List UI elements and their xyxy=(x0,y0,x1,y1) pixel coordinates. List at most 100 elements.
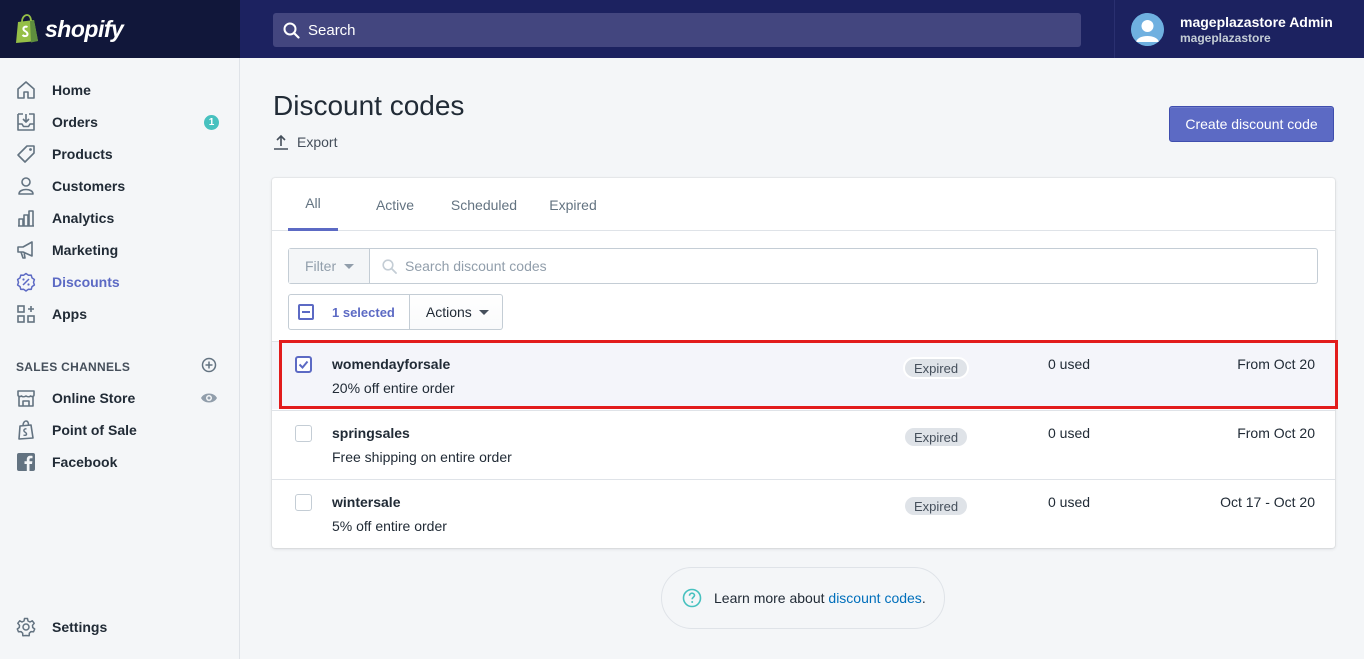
status-badge: Expired xyxy=(903,426,970,448)
brand-name: shopify xyxy=(45,15,124,42)
sales-channels-header: SALES CHANNELS xyxy=(16,360,131,374)
sidebar-item-marketing[interactable]: Marketing xyxy=(0,234,239,266)
learn-more-text: Learn more about discount codes. xyxy=(714,590,926,606)
facebook-icon xyxy=(15,451,37,473)
discount-icon xyxy=(15,271,37,293)
status-badge: Expired xyxy=(903,357,970,379)
search-bar[interactable]: Search xyxy=(273,13,1081,47)
status-badge: Expired xyxy=(903,495,970,517)
export-icon xyxy=(274,134,288,150)
store-icon xyxy=(15,387,37,409)
search-icon xyxy=(382,258,397,274)
indeterminate-checkbox-icon[interactable] xyxy=(298,304,314,320)
row-checkbox[interactable] xyxy=(295,425,312,442)
shopify-bag-icon xyxy=(15,419,37,441)
user-name: mageplazastore Admin xyxy=(1180,13,1333,30)
orders-count-badge: 1 xyxy=(204,114,219,130)
sidebar-item-discounts[interactable]: Discounts xyxy=(0,266,239,298)
sidebar-item-orders[interactable]: Orders 1 xyxy=(0,106,239,138)
row-checkbox[interactable] xyxy=(295,356,312,373)
top-bar: shopify Search mageplazastore Admin mage… xyxy=(0,0,1364,58)
shopify-logo-icon xyxy=(16,14,38,43)
sidebar-item-label: Discounts xyxy=(52,274,120,290)
filter-label: Filter xyxy=(305,258,337,274)
discount-codes-link[interactable]: discount codes xyxy=(828,590,921,606)
usage-count: 0 used xyxy=(1048,356,1091,372)
sidebar-item-label: Apps xyxy=(52,306,87,322)
sidebar-item-point-of-sale[interactable]: Point of Sale xyxy=(0,414,239,446)
sidebar-item-label: Online Store xyxy=(52,390,136,406)
sidebar-item-home[interactable]: Home xyxy=(0,74,239,106)
sidebar-item-label: Point of Sale xyxy=(52,422,137,438)
sidebar-item-label: Marketing xyxy=(52,242,119,258)
table-row[interactable]: springsales Free shipping on entire orde… xyxy=(272,410,1335,478)
home-icon xyxy=(15,79,37,101)
export-button[interactable]: Export xyxy=(273,134,337,150)
bar-chart-icon xyxy=(15,207,37,229)
brand-area[interactable]: shopify xyxy=(0,0,240,58)
search-icon xyxy=(283,22,300,39)
add-channel-icon[interactable] xyxy=(201,357,217,373)
page-title: Discount codes xyxy=(273,90,465,121)
row-checkbox[interactable] xyxy=(295,494,312,511)
person-icon xyxy=(15,175,37,197)
tab-expired[interactable]: Expired xyxy=(542,178,604,231)
discount-description: Free shipping on entire order xyxy=(332,449,512,465)
active-dates: From Oct 20 xyxy=(1237,425,1315,441)
sidebar-item-products[interactable]: Products xyxy=(0,138,239,170)
sidebar-item-customers[interactable]: Customers xyxy=(0,170,239,202)
learn-more-prefix: Learn more about xyxy=(714,590,829,606)
bulk-actions-bar: 1 selected Actions xyxy=(288,294,503,330)
user-avatar-icon xyxy=(1131,12,1164,46)
learn-more-footer: Learn more about discount codes. xyxy=(661,567,945,629)
user-menu[interactable]: mageplazastore Admin mageplazastore xyxy=(1114,0,1364,58)
checkmark-icon xyxy=(298,360,309,369)
tab-active[interactable]: Active xyxy=(364,178,426,231)
tab-all[interactable]: All xyxy=(288,178,338,231)
discount-description: 5% off entire order xyxy=(332,518,447,534)
caret-down-icon xyxy=(344,263,355,269)
table-row[interactable]: wintersale 5% off entire order Expired 0… xyxy=(272,479,1335,547)
search-discounts-input[interactable]: Search discount codes xyxy=(370,249,547,283)
bulk-select-button[interactable]: 1 selected xyxy=(288,294,410,330)
active-dates: From Oct 20 xyxy=(1237,356,1315,372)
settings-label: Settings xyxy=(52,619,108,635)
search-input[interactable]: Search xyxy=(308,22,356,39)
table-row[interactable]: womendayforsale 20% off entire order Exp… xyxy=(272,341,1335,409)
discount-description: 20% off entire order xyxy=(332,380,455,396)
gear-icon xyxy=(15,616,37,638)
filter-button[interactable]: Filter xyxy=(289,249,370,283)
tabs: All Active Scheduled Expired xyxy=(272,178,1335,231)
actions-dropdown[interactable]: Actions xyxy=(409,294,503,330)
orders-icon xyxy=(15,111,37,133)
store-name: mageplazastore xyxy=(1180,30,1271,45)
usage-count: 0 used xyxy=(1048,494,1091,510)
sidebar-item-label: Facebook xyxy=(52,454,118,470)
megaphone-icon xyxy=(15,239,37,261)
active-dates: Oct 17 - Oct 20 xyxy=(1220,494,1315,510)
discount-code[interactable]: womendayforsale xyxy=(332,356,450,372)
selected-count: 1 selected xyxy=(332,304,395,320)
sidebar-item-settings[interactable]: Settings xyxy=(0,611,239,643)
search-placeholder: Search discount codes xyxy=(405,258,547,274)
tab-scheduled[interactable]: Scheduled xyxy=(442,178,526,231)
sidebar-item-label: Home xyxy=(52,82,91,98)
usage-count: 0 used xyxy=(1048,425,1091,441)
sidebar-item-apps[interactable]: Apps xyxy=(0,298,239,330)
export-label: Export xyxy=(297,134,338,150)
discount-codes-card: All Active Scheduled Expired Filter Sear… xyxy=(272,178,1335,548)
sidebar-item-analytics[interactable]: Analytics xyxy=(0,202,239,234)
learn-more-suffix: . xyxy=(921,590,926,606)
create-discount-code-button[interactable]: Create discount code xyxy=(1169,106,1334,142)
discount-code[interactable]: springsales xyxy=(332,425,410,441)
filter-bar: Filter Search discount codes xyxy=(288,248,1318,284)
actions-label: Actions xyxy=(425,304,472,320)
sidebar-item-label: Analytics xyxy=(52,210,115,226)
tag-icon xyxy=(15,143,37,165)
sidebar: Home Orders 1 Products Customers Analyti… xyxy=(0,58,240,659)
discount-code[interactable]: wintersale xyxy=(332,494,400,510)
sidebar-item-facebook[interactable]: Facebook xyxy=(0,446,239,478)
view-store-eye-icon[interactable] xyxy=(200,391,218,405)
caret-down-icon xyxy=(478,309,489,315)
help-icon xyxy=(682,588,702,608)
